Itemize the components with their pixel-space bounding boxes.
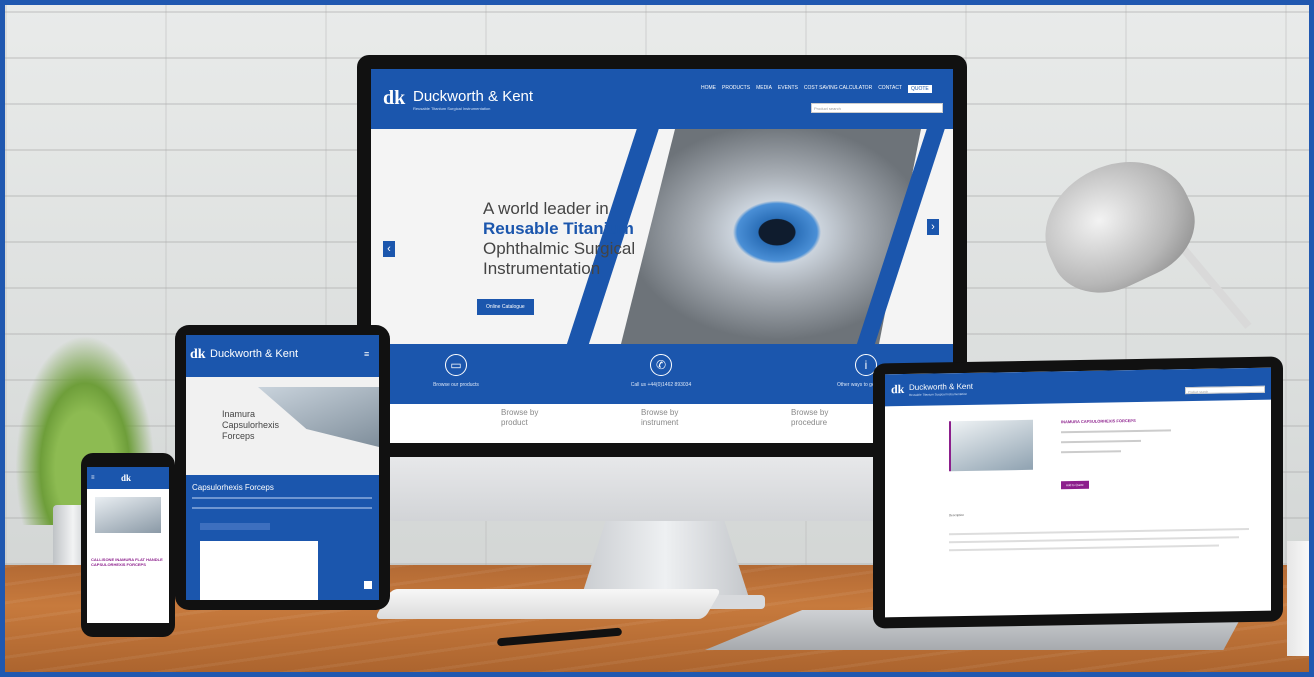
- laptop-tagline: Reusable Titanium Surgical Instrumentati…: [909, 391, 968, 397]
- phone-header: ≡ dk: [87, 467, 169, 489]
- hero-line-3: Ophthalmic Surgical: [483, 239, 636, 258]
- lamp-shade: [1024, 138, 1212, 312]
- hero-headline: A world leader in Reusable Titanium Opht…: [483, 199, 635, 279]
- prev-slide-arrow-icon[interactable]: ‹: [383, 241, 395, 257]
- browse-product[interactable]: Browse by product: [501, 408, 541, 428]
- laptop-product-image: [949, 419, 1033, 472]
- tablet-hero-line-3: Forceps: [222, 431, 255, 441]
- hero-banner: A world leader in Reusable Titanium Opht…: [371, 129, 953, 344]
- tablet-hero-line-1: Inamura: [222, 409, 256, 419]
- text-line: [192, 497, 372, 499]
- quote-button[interactable]: QUOTE: [907, 85, 932, 93]
- keyboard: [374, 589, 722, 619]
- logo-mark[interactable]: dk: [383, 87, 405, 110]
- text-line: [949, 544, 1219, 552]
- text-line: [1061, 439, 1141, 444]
- phone-product-heading: CALLISONE INAMURA FLAT HANDLE CAPSULORHE…: [91, 557, 163, 567]
- tablet-hero-line-2: Capsulorhexis: [222, 420, 280, 430]
- tablet-logo-name[interactable]: Duckworth & Kent: [210, 348, 298, 360]
- text-line: [949, 536, 1239, 544]
- laptop-product-heading: INAMURA CAPSULORHEXIS FORCEPS: [1061, 417, 1136, 425]
- main-nav: HOME PRODUCTS MEDIA EVENTS COST SAVING C…: [701, 85, 932, 93]
- laptop-logo-mark[interactable]: dk: [891, 382, 904, 397]
- phone-menu-icon[interactable]: ≡: [91, 475, 95, 481]
- feature-call[interactable]: ✆ Call us +44(0)1462 893034: [596, 354, 726, 388]
- text-line: [949, 528, 1249, 536]
- next-slide-arrow-icon[interactable]: ›: [927, 219, 939, 235]
- laptop-logo-name[interactable]: Duckworth & Kent: [909, 382, 973, 392]
- nav-products[interactable]: PRODUCTS: [722, 85, 750, 93]
- scroll-top-button[interactable]: [364, 581, 372, 589]
- laptop: dk Duckworth & Kent Reusable Titanium Su…: [873, 356, 1283, 629]
- tablet-logo-mark[interactable]: dk: [190, 347, 206, 363]
- nav-home[interactable]: HOME: [701, 85, 716, 93]
- hero-line-1: A world leader in: [483, 199, 609, 218]
- search-input[interactable]: Product search: [811, 103, 943, 113]
- tablet-screen: dk Duckworth & Kent ≡ Inamura Capsulorhe…: [186, 335, 379, 600]
- photo-frame: dk Duckworth & Kent Reusable Titanium Su…: [0, 0, 1314, 677]
- description-label: Description: [949, 512, 965, 518]
- desktop-screen: dk Duckworth & Kent Reusable Titanium Su…: [371, 69, 953, 443]
- tablet-button[interactable]: [200, 523, 270, 530]
- nav-events[interactable]: EVENTS: [778, 85, 798, 93]
- feature-browse-label: Browse our products: [433, 382, 479, 388]
- text-line: [192, 507, 372, 509]
- phone-screen: ≡ dk CALLISONE INAMURA FLAT HANDLE CAPSU…: [87, 467, 169, 623]
- laptop-screen: dk Duckworth & Kent Reusable Titanium Su…: [885, 367, 1271, 618]
- feature-browse[interactable]: ▭ Browse our products: [411, 354, 501, 388]
- site-header: dk Duckworth & Kent Reusable Titanium Su…: [371, 69, 953, 129]
- logo-tagline: Reusable Titanium Surgical Instrumentati…: [413, 106, 491, 111]
- online-catalogue-button[interactable]: Online Catalogue: [477, 299, 534, 315]
- browse-strip: Browse by product Browse by instrument B…: [371, 404, 953, 443]
- feature-call-label: Call us +44(0)1462 893034: [630, 382, 692, 388]
- hero-line-2: Reusable Titanium: [483, 219, 634, 238]
- tablet-product-image: [200, 541, 318, 600]
- tablet-header: dk Duckworth & Kent ≡: [186, 335, 379, 377]
- add-to-quote-button[interactable]: Add to Quote: [1061, 480, 1089, 490]
- browse-instrument[interactable]: Browse by instrument: [641, 408, 686, 428]
- nav-contact[interactable]: CONTACT: [878, 85, 902, 93]
- nav-calculator[interactable]: COST SAVING CALCULATOR: [804, 85, 872, 93]
- imac-chin: [383, 457, 945, 521]
- tablet-hero: Inamura Capsulorhexis Forceps: [186, 377, 379, 475]
- browse-procedure[interactable]: Browse by procedure: [791, 408, 836, 428]
- text-line: [1061, 450, 1121, 454]
- laptop-search-input[interactable]: Product search: [1185, 385, 1265, 395]
- nav-media[interactable]: MEDIA: [756, 85, 772, 93]
- laptop-icon: ▭: [445, 354, 467, 376]
- phone-logo-mark[interactable]: dk: [121, 473, 131, 483]
- logo-name[interactable]: Duckworth & Kent: [413, 88, 533, 105]
- phone-icon: ✆: [650, 354, 672, 376]
- mug: [1287, 541, 1309, 656]
- smartphone: ≡ dk CALLISONE INAMURA FLAT HANDLE CAPSU…: [81, 453, 175, 637]
- features-bar: ▭ Browse our products ✆ Call us +44(0)14…: [371, 344, 953, 404]
- tablet: dk Duckworth & Kent ≡ Inamura Capsulorhe…: [175, 325, 390, 610]
- desk-lamp: [1024, 125, 1252, 329]
- phone-product-image: [95, 497, 161, 533]
- hamburger-menu-icon[interactable]: ≡: [364, 349, 369, 359]
- laptop-header: dk Duckworth & Kent Reusable Titanium Su…: [885, 367, 1271, 407]
- hero-line-4: Instrumentation: [483, 259, 601, 278]
- text-line: [1061, 429, 1171, 434]
- tablet-section: Capsulorhexis Forceps: [186, 475, 379, 600]
- tablet-hero-title: Inamura Capsulorhexis Forceps: [222, 409, 279, 442]
- tablet-section-title: Capsulorhexis Forceps: [192, 483, 274, 492]
